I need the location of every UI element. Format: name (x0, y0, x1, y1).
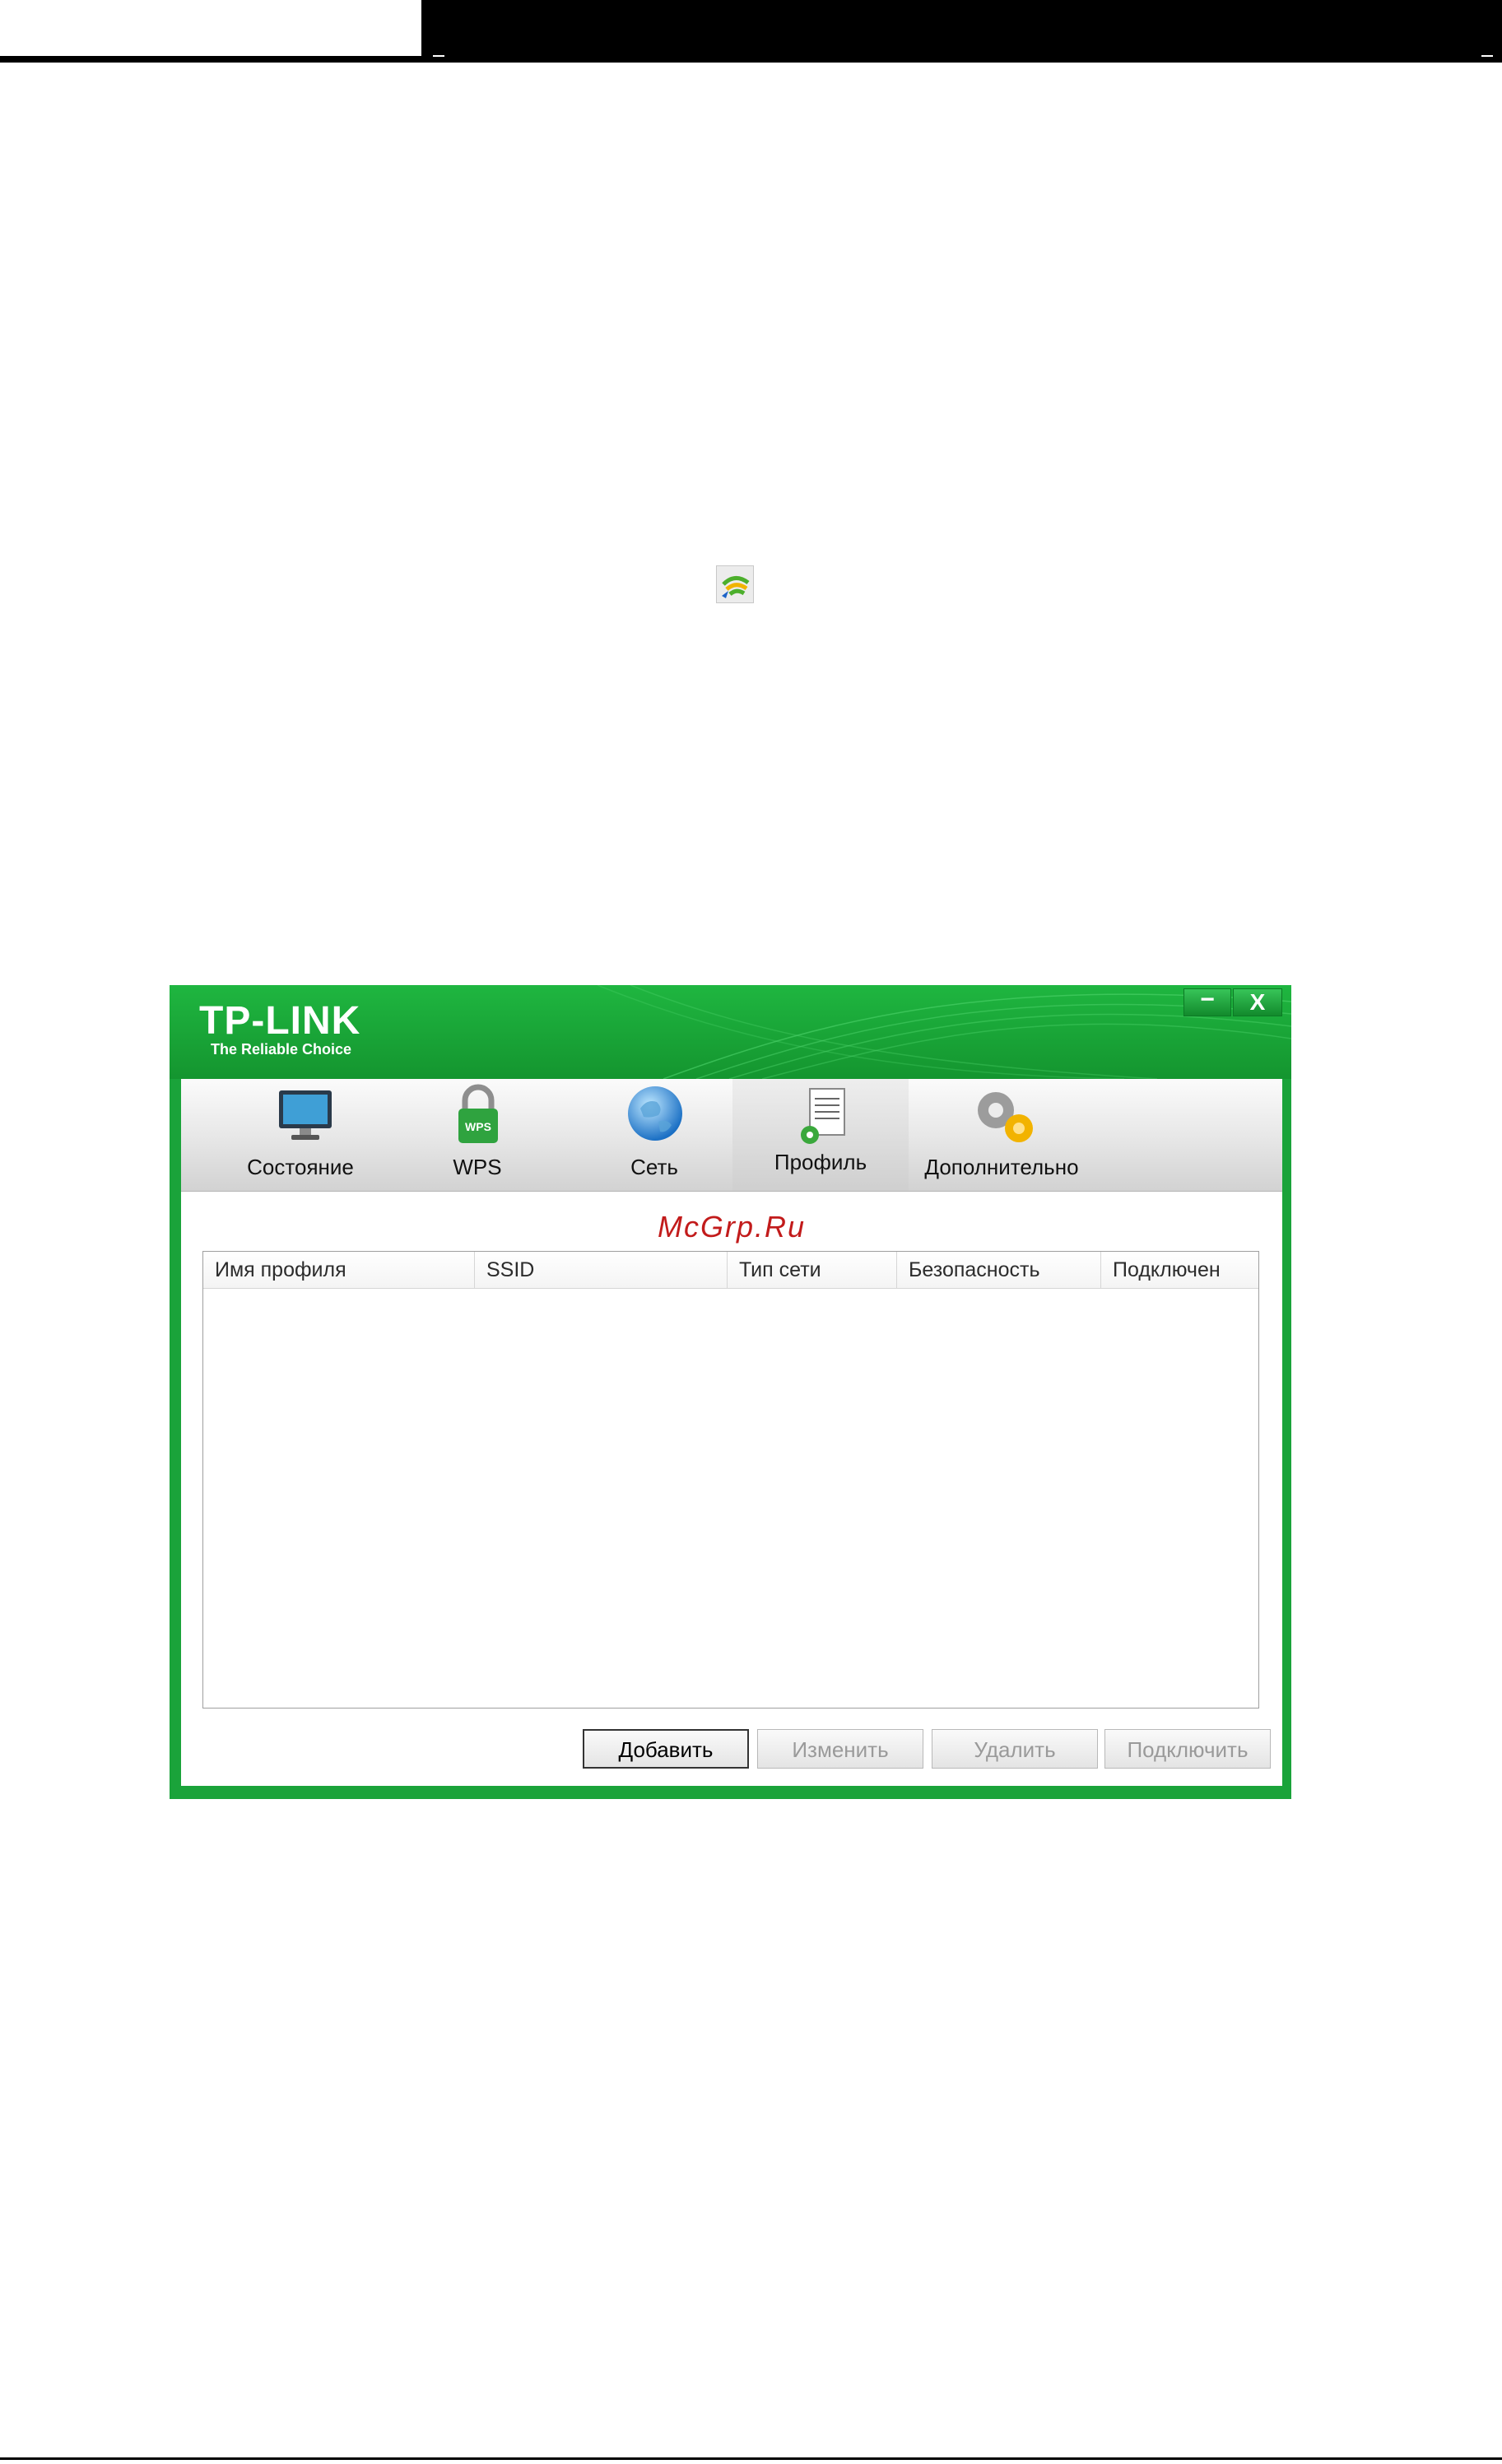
table-header: Имя профиля SSID Тип сети Безопасность П… (203, 1252, 1258, 1289)
tab-wps-label: WPS (453, 1155, 502, 1179)
tab-network-label: Сеть (630, 1155, 678, 1179)
header-tick (1481, 55, 1493, 57)
column-header-network-type[interactable]: Тип сети (728, 1252, 897, 1288)
profile-panel: McGrp.Ru Имя профиля SSID Тип сети Безоп… (181, 1192, 1282, 1786)
globe-icon (625, 1084, 685, 1147)
tab-advanced-label: Дополнительно (924, 1155, 1079, 1179)
column-header-ssid[interactable]: SSID (475, 1252, 728, 1288)
lock-icon: WPS (453, 1084, 503, 1151)
watermark-text: McGrp.Ru (657, 1210, 807, 1244)
edit-button[interactable]: Изменить (757, 1729, 923, 1769)
column-header-connected[interactable]: Подключен (1101, 1252, 1258, 1288)
tp-link-utility-window: TP-LINK The Reliable Choice − X Состояни… (170, 985, 1291, 1799)
tab-wps[interactable]: WPS WPS (391, 1079, 564, 1191)
monitor-icon (277, 1087, 334, 1149)
header-tick (433, 55, 444, 57)
title-bar[interactable]: TP-LINK The Reliable Choice − X (170, 985, 1291, 1079)
close-button[interactable]: X (1233, 988, 1282, 1016)
connect-button[interactable]: Подключить (1104, 1729, 1271, 1769)
add-button[interactable]: Добавить (583, 1729, 749, 1769)
logo-tagline: The Reliable Choice (211, 1041, 352, 1058)
tab-profile-label: Профиль (774, 1150, 867, 1174)
tp-link-logo: TP-LINK (199, 999, 361, 1043)
tab-network[interactable]: Сеть (568, 1079, 741, 1191)
wireless-utility-tray-icon (716, 565, 754, 603)
tab-status-label: Состояние (247, 1155, 354, 1179)
tab-advanced[interactable]: Дополнительно (914, 1079, 1090, 1191)
profile-table[interactable]: Имя профиля SSID Тип сети Безопасность П… (202, 1251, 1259, 1709)
column-header-profile-name[interactable]: Имя профиля (203, 1252, 475, 1288)
tab-status[interactable]: Состояние (214, 1079, 387, 1191)
delete-button[interactable]: Удалить (932, 1729, 1098, 1769)
page-header-white-block (0, 0, 421, 56)
column-header-security[interactable]: Безопасность (897, 1252, 1101, 1288)
gears-icon (971, 1084, 1040, 1154)
page-footer-rule (0, 2457, 1502, 2460)
tab-bar: Состояние WPS WPS Сеть Профиль Дополните… (181, 1079, 1282, 1192)
page-header-rule (7, 58, 421, 61)
tab-profile[interactable]: Профиль (732, 1079, 909, 1191)
lock-icon-text: WPS (465, 1120, 491, 1133)
profile-document-icon (798, 1087, 848, 1151)
minimize-button[interactable]: − (1183, 988, 1231, 1016)
